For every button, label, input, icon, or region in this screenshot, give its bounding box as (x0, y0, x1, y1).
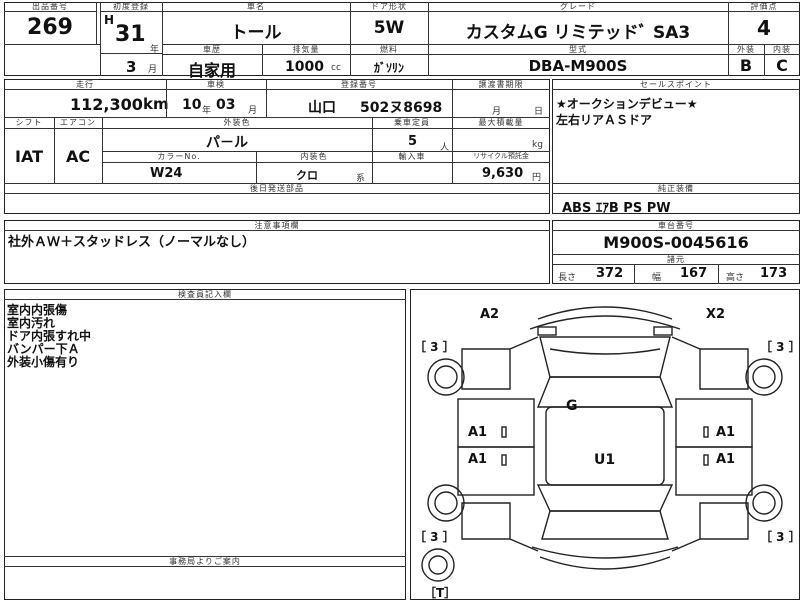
ext-grade: B (739, 56, 753, 75)
width: 167 (680, 266, 708, 281)
reg-month-unit: 月 (148, 65, 158, 75)
color-number: W24 (150, 166, 183, 181)
shift: IAT (14, 147, 43, 166)
damage-mark-a1-left-front: A1 (468, 425, 488, 440)
dims-label: 諸元 (667, 255, 685, 264)
sales-point-label: セールスポイント (640, 80, 712, 89)
car-name: トール (230, 23, 282, 43)
displacement-unit: cc (331, 63, 341, 73)
sales-point-line-1: ★オークションデビュー★ (556, 97, 698, 111)
recycle-fee: 9,630 (482, 166, 524, 181)
chassis-label: 車台番号 (658, 221, 694, 230)
score-label: 評価点 (750, 2, 778, 11)
damage-mark-a1-left-rear: A1 (468, 452, 488, 467)
length-label: 長さ (558, 273, 577, 283)
displacement: 1000 (285, 59, 324, 75)
grade: カスタムG リミテッドﾞ SA3 (465, 23, 691, 43)
equipment: ABS ｴｱB PS PW (562, 201, 671, 216)
load-label: 最大積載量 (478, 118, 524, 127)
lot-number: 269 (27, 15, 73, 40)
import-label: 輸入車 (398, 152, 426, 161)
transfer-day-unit: 日 (534, 107, 544, 117)
transfer-label: 譲渡書期限 (478, 80, 524, 89)
interior-color: クロ (296, 169, 318, 182)
recycle-label: リサイクル預託金 (473, 152, 529, 160)
car-history: 自家用 (187, 61, 236, 80)
exterior-color: パ－ル (206, 135, 248, 151)
inspection-year-unit: 年 (202, 106, 212, 116)
score: 4 (757, 16, 771, 40)
width-label: 幅 (652, 273, 662, 283)
ext-grade-label: 外装 (737, 45, 755, 54)
color-no-label: カラーNo. (157, 152, 201, 161)
car-damage-diagram (421, 306, 783, 582)
tire-mark-front-left: ［ 3 ］ (414, 340, 455, 354)
tire-mark-rear-right: ［ 3 ］ (760, 530, 800, 544)
mileage-label: 走行 (76, 80, 94, 89)
reg-area: 山口 (308, 100, 336, 116)
inspector-note: 外装小傷有り (7, 355, 80, 369)
history-label: 車歴 (203, 45, 221, 54)
fuel: ｶﾞｿﾘﾝ (373, 61, 404, 75)
inspection-month-unit: 月 (248, 106, 258, 116)
mileage: 112,300 (70, 95, 143, 114)
chassis-number: M900S-0045616 (603, 233, 749, 252)
height-label: 高さ (726, 273, 745, 283)
shift-label: シフト (15, 118, 43, 127)
car-name-label: 車名 (247, 2, 265, 11)
door-type: 5W (373, 18, 405, 38)
damage-mark-a1-right-front: A1 (716, 425, 736, 440)
air-conditioner: AC (65, 147, 91, 166)
capacity: 5 (408, 134, 418, 149)
sales-point-line-2: 左右リアＡＳドア (556, 113, 653, 127)
reg-month: 3 (126, 58, 137, 76)
int-grade: C (776, 56, 788, 75)
ac-label: エアコン (60, 118, 96, 127)
displacement-label: 排気量 (292, 45, 320, 54)
interior-color-label: 内装色 (300, 152, 328, 161)
tire-mark-front-right: ［ 3 ］ (760, 340, 800, 354)
damage-mark-u1: U1 (594, 452, 616, 468)
reg-year: 31 (115, 22, 146, 47)
damage-mark-a1-right-rear: A1 (716, 452, 736, 467)
mileage-unit: km (143, 95, 169, 113)
inspection-label: 車検 (207, 80, 225, 89)
deferred-parts-label: 後日発送部品 (250, 184, 304, 193)
inspection-year: 10 (182, 97, 202, 113)
inspector-label: 検査員記入欄 (178, 290, 232, 299)
capacity-label: 乗車定員 (394, 118, 430, 127)
int-grade-label: 内装 (773, 45, 791, 54)
caution-label: 注意事項欄 (254, 221, 300, 230)
recycle-fee-unit: 円 (532, 173, 542, 183)
model-label: 型式 (569, 45, 587, 54)
load-unit: kg (532, 140, 543, 150)
damage-mark-g: G (566, 398, 578, 414)
door-label: ドア形状 (371, 2, 407, 11)
fuel-label: 燃料 (380, 45, 398, 54)
era-letter: H (104, 13, 115, 27)
equipment-label: 純正装備 (658, 184, 694, 193)
height: 173 (760, 266, 788, 281)
tire-mark-rear-left: ［ 3 ］ (414, 530, 455, 544)
transfer-month-unit: 月 (492, 107, 502, 117)
damage-mark-x2: X2 (706, 307, 726, 322)
caution-text: 社外ＡＷ＋スタッドレス（ノーマルなし） (8, 235, 256, 250)
lot-label: 出品番号 (32, 2, 68, 11)
model-code: DBA-M900S (528, 57, 628, 75)
damage-mark-a2: A2 (480, 307, 500, 322)
grade-label: グレード (560, 2, 596, 11)
reg-number-label: 登録番号 (341, 80, 377, 89)
spare-tire-mark: ［T］ (424, 586, 457, 600)
color-label: 外装色 (223, 118, 251, 127)
inspection-month: 03 (216, 97, 236, 113)
length: 372 (596, 266, 624, 281)
office-notice-label: 事務局よりご案内 (169, 557, 241, 566)
reg-number: 502ヌ8698 (360, 100, 443, 116)
